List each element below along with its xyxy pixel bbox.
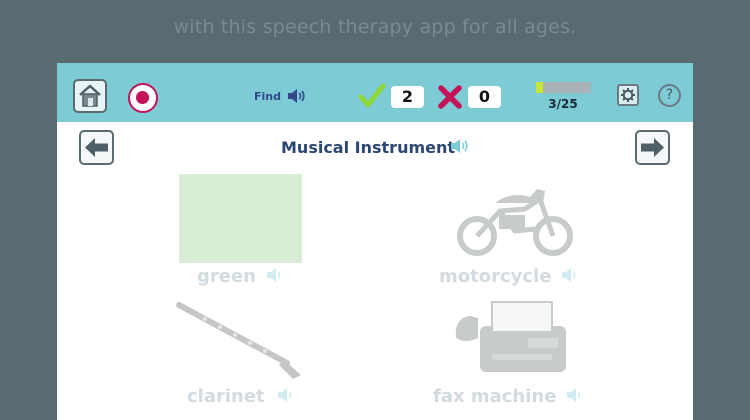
check-icon xyxy=(358,83,386,108)
previous-button[interactable] xyxy=(79,130,114,165)
choice-label-fax-machine: fax machine xyxy=(433,386,557,407)
choice-label-motorcycle: motorcycle xyxy=(439,266,552,287)
help-button[interactable]: ? xyxy=(658,84,681,107)
app-window: Find 2 0 3/25 ? Musical Instrument green… xyxy=(57,63,693,420)
green-swatch-card[interactable] xyxy=(179,174,302,263)
category-title: Musical Instrument xyxy=(281,138,456,157)
choice-label-clarinet: clarinet xyxy=(187,386,265,407)
toolbar: Find 2 0 3/25 ? xyxy=(57,63,693,122)
speaker-icon[interactable] xyxy=(565,387,585,403)
gear-icon xyxy=(621,88,635,102)
choice-label-green: green xyxy=(197,266,256,287)
arrow-right-icon xyxy=(641,138,664,157)
speaker-icon[interactable] xyxy=(286,88,306,104)
next-button[interactable] xyxy=(635,130,670,165)
settings-button[interactable] xyxy=(617,84,639,106)
speaker-icon[interactable] xyxy=(276,387,296,403)
motorcycle-icon[interactable] xyxy=(455,181,575,256)
find-label: Find xyxy=(254,90,281,103)
wrong-x-icon xyxy=(438,85,462,109)
progress-bar xyxy=(536,82,591,93)
record-button[interactable] xyxy=(128,83,158,113)
clarinet-icon[interactable] xyxy=(175,301,305,381)
correct-count: 2 xyxy=(391,86,424,108)
speaker-icon[interactable] xyxy=(449,138,469,154)
arrow-left-icon xyxy=(85,138,108,157)
speaker-icon[interactable] xyxy=(560,267,580,283)
progress-fill xyxy=(536,82,543,93)
progress-text: 3/25 xyxy=(548,97,578,111)
promo-banner-text: with this speech therapy app for all age… xyxy=(173,16,577,38)
wrong-count: 0 xyxy=(468,86,501,108)
speaker-icon[interactable] xyxy=(265,267,285,283)
record-icon xyxy=(136,91,149,104)
home-icon xyxy=(79,84,101,107)
fax-machine-icon[interactable] xyxy=(452,298,572,378)
home-button[interactable] xyxy=(73,79,107,113)
